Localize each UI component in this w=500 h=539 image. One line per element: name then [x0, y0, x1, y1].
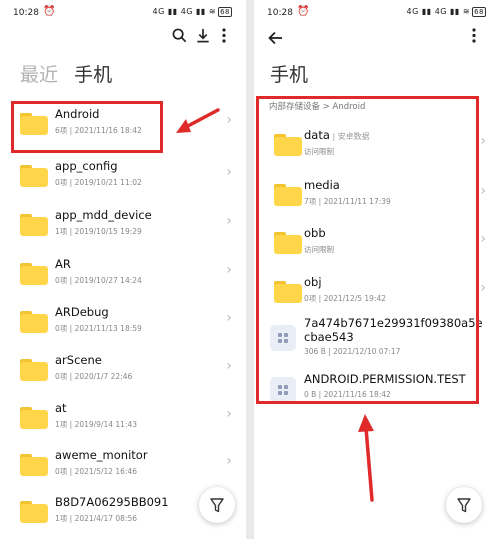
arrow-left-annotation — [176, 108, 220, 133]
annotation-arrows — [176, 108, 374, 502]
arrow-up-annotation — [358, 414, 374, 502]
